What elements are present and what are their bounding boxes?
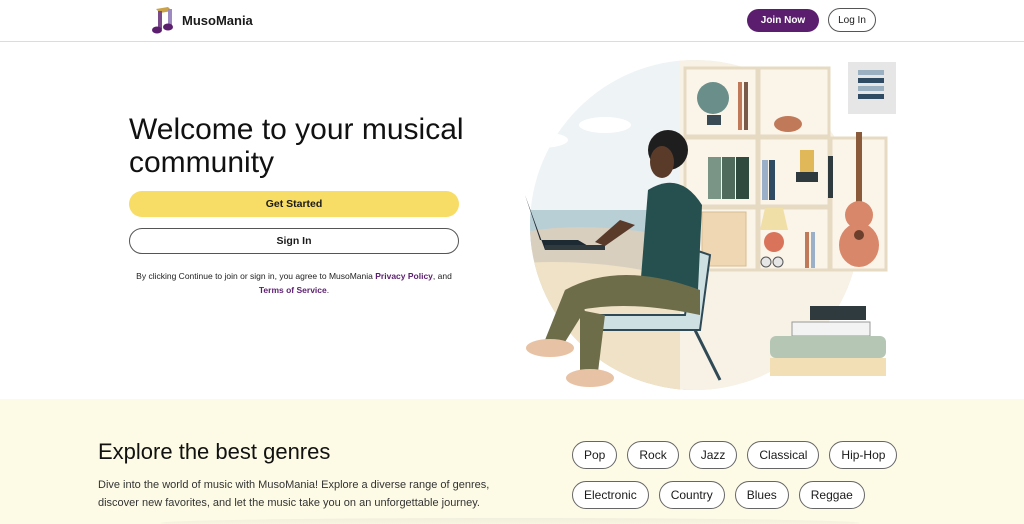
genres-title: Explore the best genres xyxy=(98,439,331,464)
genres-section: Explore the best genres Dive into the wo… xyxy=(0,399,1024,524)
genre-row-2: Electronic Country Blues Reggae xyxy=(572,481,912,509)
genre-chip-electronic[interactable]: Electronic xyxy=(572,481,649,509)
genre-chip-country[interactable]: Country xyxy=(658,481,725,509)
privacy-policy-link[interactable]: Privacy Policy xyxy=(375,271,433,281)
genre-chip-jazz[interactable]: Jazz xyxy=(688,441,738,469)
legal-suffix: . xyxy=(326,285,330,295)
genre-chip-hip-hop[interactable]: Hip-Hop xyxy=(829,441,898,469)
top-nav: MusoMania Join Now Log In xyxy=(0,0,1024,42)
legal-mid: , and xyxy=(432,271,452,281)
terms-of-service-link[interactable]: Terms of Service xyxy=(259,285,327,295)
join-now-button[interactable]: Join Now xyxy=(747,9,819,32)
log-in-button[interactable]: Log In xyxy=(828,8,876,32)
genre-chip-blues[interactable]: Blues xyxy=(734,481,789,509)
genre-chip-reggae[interactable]: Reggae xyxy=(798,481,865,509)
sign-in-button[interactable]: Sign In xyxy=(129,228,459,254)
genres-description: Dive into the world of music with MusoMa… xyxy=(98,479,490,509)
card-shadow xyxy=(160,518,860,524)
genre-chip-classical[interactable]: Classical xyxy=(747,441,820,469)
music-notes-icon xyxy=(152,7,173,34)
genre-chip-pop[interactable]: Pop xyxy=(572,441,618,469)
genre-chip-rock[interactable]: Rock xyxy=(627,441,679,469)
legal-prefix: By clicking Continue to join or sign in,… xyxy=(136,271,376,281)
hero-title: Welcome to your musical community xyxy=(129,113,464,179)
brand-logo[interactable]: MusoMania xyxy=(150,5,253,35)
genre-row-1: Pop Rock Jazz Classical Hip-Hop xyxy=(572,441,912,469)
get-started-button[interactable]: Get Started xyxy=(129,191,459,217)
genre-chips: Pop Rock Jazz Classical Hip-Hop Electron… xyxy=(572,441,912,521)
hero-illustration xyxy=(525,60,896,390)
legal-notice: By clicking Continue to join or sign in,… xyxy=(129,269,459,297)
brand-name: MusoMania xyxy=(182,12,253,28)
